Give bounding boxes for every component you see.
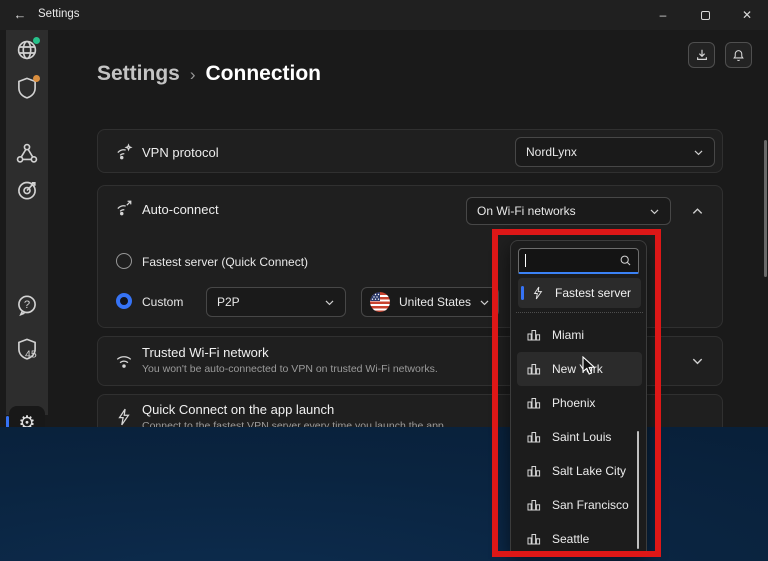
us-flag-icon bbox=[370, 292, 390, 312]
dropdown-item-fastest-server[interactable]: Fastest server bbox=[518, 278, 641, 308]
chevron-down-icon bbox=[691, 355, 704, 368]
sidebar-item-meshnet[interactable] bbox=[15, 142, 39, 166]
expand-button[interactable] bbox=[687, 351, 707, 371]
dropdown-item-miami[interactable]: Miami bbox=[511, 318, 647, 352]
wifi-arrow-icon bbox=[115, 199, 133, 217]
radio-fastest-server[interactable] bbox=[116, 253, 132, 269]
wifi-icon bbox=[115, 352, 133, 370]
dropdown-item-phoenix[interactable]: Phoenix bbox=[511, 386, 647, 420]
chevron-down-icon bbox=[693, 147, 704, 158]
radio-custom[interactable] bbox=[116, 293, 132, 309]
auto-connect-label: Auto-connect bbox=[142, 202, 219, 217]
dropdown-item-new-york[interactable]: New York bbox=[517, 352, 642, 386]
dropdown-item-label: Fastest server bbox=[555, 286, 631, 300]
notifications-button[interactable] bbox=[725, 42, 752, 68]
minimize-icon: – bbox=[660, 8, 667, 22]
city-label: Seattle bbox=[552, 532, 589, 546]
city-label: Saint Louis bbox=[552, 430, 611, 444]
radio-custom-label: Custom bbox=[142, 295, 183, 309]
map-background bbox=[0, 427, 768, 561]
dropdown-item-san-francisco[interactable]: San Francisco bbox=[511, 488, 647, 522]
sidebar-item-vpn[interactable] bbox=[15, 38, 39, 62]
sidebar-item-dark-web-monitor[interactable]: 45 bbox=[15, 337, 39, 361]
back-icon: ← bbox=[14, 7, 27, 22]
city-label: Miami bbox=[552, 328, 584, 342]
collapse-button[interactable] bbox=[687, 201, 707, 221]
download-icon bbox=[695, 48, 709, 62]
country-select[interactable]: United States bbox=[361, 287, 499, 317]
settings-window: ← Settings – ✕ bbox=[0, 0, 768, 561]
close-button[interactable]: ✕ bbox=[726, 0, 768, 30]
breadcrumb-separator: › bbox=[190, 65, 196, 84]
wifi-star-icon bbox=[115, 143, 133, 161]
maximize-icon bbox=[701, 11, 710, 20]
trusted-wifi-title: Trusted Wi-Fi network bbox=[142, 345, 269, 360]
dropdown-scrollbar[interactable] bbox=[637, 431, 639, 549]
server-dropdown-panel: Fastest server Miami New York Phoenix Sa… bbox=[510, 240, 647, 553]
city-label: San Francisco bbox=[552, 498, 629, 512]
city-label: New York bbox=[552, 362, 603, 376]
target-icon bbox=[15, 178, 39, 202]
dropdown-separator bbox=[516, 312, 643, 313]
text-caret bbox=[525, 254, 526, 267]
chevron-up-icon bbox=[691, 205, 704, 218]
breadcrumb: Settings › Connection bbox=[97, 62, 321, 86]
city-list: Miami New York Phoenix Saint Louis Salt … bbox=[511, 318, 647, 553]
sidebar: ? 45 ⚙ bbox=[6, 30, 48, 415]
close-icon: ✕ bbox=[742, 8, 752, 22]
dropdown-item-seattle[interactable]: Seattle bbox=[511, 522, 647, 553]
chevron-down-icon bbox=[324, 297, 335, 308]
shield-counter-icon: 45 bbox=[15, 337, 39, 361]
meshnet-icon bbox=[15, 142, 39, 166]
window-title: Settings bbox=[38, 8, 80, 20]
auto-connect-value: On Wi-Fi networks bbox=[477, 204, 649, 218]
quick-connect-title: Quick Connect on the app launch bbox=[142, 402, 334, 417]
vpn-protocol-card: VPN protocol NordLynx bbox=[97, 129, 723, 173]
svg-text:?: ? bbox=[24, 299, 30, 311]
chevron-down-icon bbox=[479, 297, 490, 308]
city-label: Salt Lake City bbox=[552, 464, 626, 478]
titlebar: ← Settings – ✕ bbox=[0, 0, 768, 30]
server-group-select[interactable]: P2P bbox=[206, 287, 346, 317]
download-button[interactable] bbox=[688, 42, 715, 68]
server-search-input[interactable] bbox=[528, 254, 619, 268]
vpn-protocol-select[interactable]: NordLynx bbox=[515, 137, 715, 167]
main-content: Settings › Connection VPN protocol NordLyn… bbox=[48, 30, 768, 427]
breadcrumb-settings[interactable]: Settings bbox=[97, 62, 180, 85]
sidebar-item-dedicated-ip[interactable] bbox=[15, 178, 39, 202]
dropdown-item-salt-lake-city[interactable]: Salt Lake City bbox=[511, 454, 647, 488]
sidebar-item-threat-protection[interactable] bbox=[15, 76, 39, 100]
city-label: Phoenix bbox=[552, 396, 595, 410]
radio-fastest-server-label: Fastest server (Quick Connect) bbox=[142, 255, 308, 269]
lightning-icon bbox=[116, 408, 132, 426]
vpn-protocol-label: VPN protocol bbox=[142, 145, 219, 160]
country-value: United States bbox=[399, 295, 479, 309]
sidebar-item-help[interactable]: ? bbox=[15, 293, 39, 317]
back-button[interactable]: ← bbox=[10, 6, 30, 24]
lightning-icon bbox=[532, 286, 544, 300]
minimize-button[interactable]: – bbox=[642, 0, 684, 30]
auto-connect-select[interactable]: On Wi-Fi networks bbox=[466, 197, 671, 225]
help-bubble-icon: ? bbox=[15, 293, 39, 317]
server-group-value: P2P bbox=[217, 295, 324, 309]
trusted-wifi-description: You won't be auto-connected to VPN on tr… bbox=[142, 363, 438, 375]
threat-badge: 45 bbox=[25, 348, 37, 360]
selected-indicator bbox=[521, 286, 524, 300]
vpn-protocol-value: NordLynx bbox=[526, 145, 693, 159]
bell-icon bbox=[732, 49, 745, 62]
page-title: Connection bbox=[206, 62, 322, 85]
server-search-box[interactable] bbox=[518, 248, 639, 274]
dropdown-item-saint-louis[interactable]: Saint Louis bbox=[511, 420, 647, 454]
connected-status-dot bbox=[33, 37, 40, 44]
maximize-button[interactable] bbox=[684, 0, 726, 30]
chevron-down-icon bbox=[649, 206, 660, 217]
window-scrollbar[interactable] bbox=[764, 140, 767, 277]
search-icon bbox=[619, 254, 632, 267]
alert-status-dot bbox=[33, 75, 40, 82]
